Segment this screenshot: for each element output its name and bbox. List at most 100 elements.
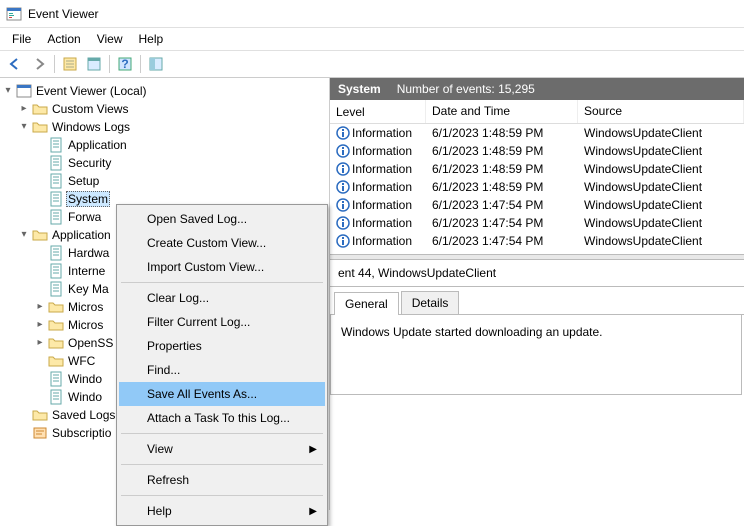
cell-date: 6/1/2023 1:48:59 PM	[426, 161, 578, 177]
detail-body: Windows Update started downloading an up…	[330, 315, 742, 395]
titlebar: Event Viewer	[0, 0, 744, 28]
cell-date: 6/1/2023 1:47:54 PM	[426, 215, 578, 231]
log-icon	[48, 155, 64, 171]
subscription-icon	[32, 425, 48, 441]
menu-help-submenu[interactable]: Help▶	[119, 499, 325, 523]
cell-level: Information	[352, 198, 412, 212]
info-icon	[336, 198, 350, 212]
content-header-name: System	[338, 82, 381, 96]
info-icon	[336, 126, 350, 140]
chevron-right-icon: ▶	[309, 444, 317, 455]
folder-icon	[48, 335, 64, 351]
cell-source: WindowsUpdateClient	[578, 125, 744, 141]
menu-filter-current-log[interactable]: Filter Current Log...	[119, 310, 325, 334]
folder-icon	[48, 353, 64, 369]
log-icon	[48, 281, 64, 297]
folder-icon	[32, 227, 48, 243]
menu-help[interactable]: Help	[131, 30, 172, 48]
cell-level: Information	[352, 216, 412, 230]
cell-source: WindowsUpdateClient	[578, 179, 744, 195]
menubar: File Action View Help	[0, 28, 744, 50]
cell-date: 6/1/2023 1:48:59 PM	[426, 179, 578, 195]
menu-save-all-events-as[interactable]: Save All Events As...	[119, 382, 325, 406]
menu-refresh[interactable]: Refresh	[119, 468, 325, 492]
info-icon	[336, 162, 350, 176]
info-icon	[336, 144, 350, 158]
menu-create-custom-view[interactable]: Create Custom View...	[119, 231, 325, 255]
cell-date: 6/1/2023 1:48:59 PM	[426, 143, 578, 159]
cell-level: Information	[352, 180, 412, 194]
tree-windows-logs[interactable]: ▾ Windows Logs	[0, 118, 329, 136]
main-area: ▾ Event Viewer (Local) ▸ Custom Views ▾ …	[0, 78, 744, 510]
content-header-count: Number of events: 15,295	[397, 82, 535, 96]
grid-row[interactable]: Information 6/1/2023 1:48:59 PMWindowsUpd…	[330, 178, 744, 196]
grid-row[interactable]: Information6/1/2023 1:48:59 PMWindowsUpd…	[330, 124, 744, 142]
properties-button[interactable]	[83, 53, 105, 75]
svg-text:?: ?	[121, 57, 128, 71]
menu-attach-task[interactable]: Attach a Task To this Log...	[119, 406, 325, 430]
col-source[interactable]: Source	[578, 100, 744, 123]
cell-level: Information	[352, 144, 412, 158]
chevron-right-icon: ▶	[309, 506, 317, 517]
cell-source: WindowsUpdateClient	[578, 215, 744, 231]
col-level[interactable]: Level	[330, 100, 426, 123]
event-grid[interactable]: Level Date and Time Source Information 6/…	[330, 100, 744, 250]
col-date[interactable]: Date and Time	[426, 100, 578, 123]
menu-open-saved-log[interactable]: Open Saved Log...	[119, 207, 325, 231]
folder-icon	[32, 119, 48, 135]
folder-icon	[48, 299, 64, 315]
menu-view[interactable]: View	[89, 30, 131, 48]
window-title: Event Viewer	[28, 7, 98, 21]
tree-root[interactable]: ▾ Event Viewer (Local)	[0, 82, 329, 100]
folder-icon	[32, 407, 48, 423]
app-icon	[6, 6, 22, 22]
detail-title: ent 44, WindowsUpdateClient	[330, 260, 744, 287]
toolbar: ?	[0, 50, 744, 78]
folder-icon	[32, 101, 48, 117]
info-icon	[336, 216, 350, 230]
back-button[interactable]	[4, 53, 26, 75]
menu-clear-log[interactable]: Clear Log...	[119, 286, 325, 310]
menu-properties[interactable]: Properties	[119, 334, 325, 358]
show-tree-button[interactable]	[59, 53, 81, 75]
folder-icon	[48, 317, 64, 333]
menu-find[interactable]: Find...	[119, 358, 325, 382]
menu-import-custom-view[interactable]: Import Custom View...	[119, 255, 325, 279]
tree-setup-log[interactable]: · Setup	[0, 172, 329, 190]
cell-source: WindowsUpdateClient	[578, 143, 744, 159]
menu-view-submenu[interactable]: View▶	[119, 437, 325, 461]
log-icon	[48, 389, 64, 405]
context-menu: Open Saved Log... Create Custom View... …	[116, 204, 328, 526]
log-icon	[48, 209, 64, 225]
grid-row[interactable]: Information6/1/2023 1:47:54 PMWindowsUpd…	[330, 232, 744, 250]
forward-button[interactable]	[28, 53, 50, 75]
grid-row[interactable]: Information6/1/2023 1:48:59 PMWindowsUpd…	[330, 160, 744, 178]
info-icon	[336, 180, 350, 194]
app-icon	[16, 83, 32, 99]
info-icon	[336, 234, 350, 248]
grid-row[interactable]: Information6/1/2023 1:47:54 PMWindowsUpd…	[330, 196, 744, 214]
detail-tabs: General Details	[330, 287, 744, 315]
tree-custom-views[interactable]: ▸ Custom Views	[0, 100, 329, 118]
log-icon	[48, 263, 64, 279]
tree-application-log[interactable]: · Application	[0, 136, 329, 154]
tab-details[interactable]: Details	[401, 291, 460, 314]
log-icon	[48, 137, 64, 153]
grid-row[interactable]: Information 6/1/2023 1:48:59 PMWindowsUpd…	[330, 142, 744, 160]
menu-file[interactable]: File	[4, 30, 39, 48]
cell-level: Information	[352, 234, 412, 248]
log-icon	[48, 371, 64, 387]
log-icon	[48, 173, 64, 189]
help-button[interactable]: ?	[114, 53, 136, 75]
menu-action[interactable]: Action	[39, 30, 88, 48]
grid-header[interactable]: Level Date and Time Source	[330, 100, 744, 124]
cell-date: 6/1/2023 1:48:59 PM	[426, 125, 578, 141]
cell-date: 6/1/2023 1:47:54 PM	[426, 233, 578, 249]
tab-general[interactable]: General	[334, 292, 399, 315]
log-icon	[48, 191, 64, 207]
cell-source: WindowsUpdateClient	[578, 197, 744, 213]
tree-security-log[interactable]: · Security	[0, 154, 329, 172]
content-pane: System Number of events: 15,295 Level Da…	[330, 78, 744, 510]
panel-button[interactable]	[145, 53, 167, 75]
grid-row[interactable]: Information 6/1/2023 1:47:54 PMWindowsUpd…	[330, 214, 744, 232]
